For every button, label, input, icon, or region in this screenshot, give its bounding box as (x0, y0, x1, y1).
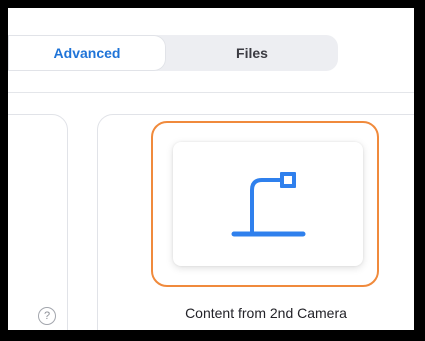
second-camera-option[interactable] (173, 142, 363, 266)
header-divider (8, 92, 414, 93)
help-icon[interactable]: ? (38, 307, 56, 325)
left-panel (8, 114, 68, 330)
second-camera-label: Content from 2nd Camera (185, 305, 347, 321)
tab-advanced[interactable]: Advanced (8, 35, 166, 71)
share-screen-window: Advanced Files ? Content from 2nd Camera (8, 8, 414, 330)
tab-files[interactable]: Files (166, 35, 338, 71)
tab-bar: Advanced Files (8, 35, 338, 71)
document-camera-icon (231, 172, 306, 237)
